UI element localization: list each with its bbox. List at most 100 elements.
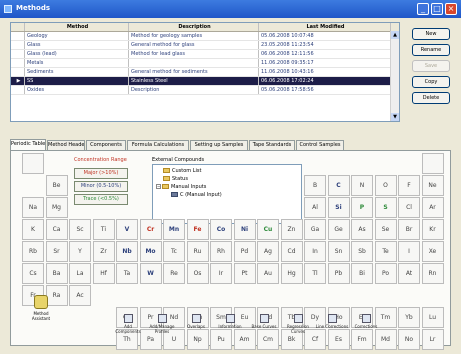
element-pt[interactable]: Pt — [233, 263, 256, 284]
element-ir[interactable]: Ir — [210, 263, 232, 284]
copy-button[interactable]: Copy — [412, 76, 450, 88]
correction-action-button[interactable]: Corrections — [349, 314, 383, 329]
element-os[interactable]: Os — [186, 263, 209, 284]
element-np[interactable]: Np — [186, 329, 209, 350]
element-lr[interactable]: Lr — [421, 329, 444, 350]
element-cs[interactable]: Cs — [22, 263, 44, 284]
table-row[interactable]: Sediments General method for sediments 11.… — [11, 68, 399, 77]
element-re[interactable]: Re — [163, 263, 185, 284]
element-blank[interactable] — [22, 153, 44, 174]
element-cm[interactable]: Cm — [257, 329, 279, 350]
table-row[interactable]: Glass (lead) Method for lead glass 06.06.2… — [11, 50, 399, 59]
element-ne[interactable]: Ne — [421, 175, 444, 196]
trace-range-button[interactable]: Trace (<0.5%) — [74, 194, 128, 205]
profile-action-button[interactable]: Add/Manage Profiles — [145, 314, 179, 334]
element-ba[interactable]: Ba — [45, 263, 68, 284]
tab-method-header[interactable]: Method Header — [47, 140, 85, 150]
element-s[interactable]: S — [374, 197, 397, 218]
major-range-button[interactable]: Major (>10%) — [74, 168, 128, 179]
table-row[interactable]: Oxides Description 05.06.2008 17:58:56 — [11, 86, 399, 95]
tree-node-status[interactable]: Status — [163, 176, 188, 182]
overlap-action-button[interactable]: Overlaps — [179, 314, 213, 329]
element-ga[interactable]: Ga — [304, 219, 326, 240]
element-es[interactable]: Es — [327, 329, 350, 350]
line-action-button[interactable]: Line Corrections — [315, 314, 349, 329]
element-blank[interactable] — [421, 153, 444, 174]
element-pu[interactable]: Pu — [210, 329, 232, 350]
flask-action-button[interactable]: Add Components — [111, 314, 145, 334]
external-compounds-tree[interactable]: Custom List Status − Manual Inputs C (Man… — [152, 164, 302, 224]
element-k[interactable]: K — [22, 219, 44, 240]
element-xe[interactable]: Xe — [421, 241, 444, 262]
element-w[interactable]: W — [139, 263, 162, 284]
tab-formula-calculations[interactable]: Formula Calculations — [127, 140, 189, 150]
new-button[interactable]: New — [412, 28, 450, 40]
column-method[interactable]: Method — [25, 23, 129, 31]
rename-button[interactable]: Rename — [412, 44, 450, 56]
column-description[interactable]: Description — [129, 23, 259, 31]
element-al[interactable]: Al — [304, 197, 326, 218]
element-po[interactable]: Po — [374, 263, 397, 284]
scroll-up-icon[interactable]: ▲ — [391, 31, 399, 39]
element-mo[interactable]: Mo — [139, 241, 162, 262]
delete-button[interactable]: Delete — [412, 92, 450, 104]
element-in[interactable]: In — [304, 241, 326, 262]
element-yb[interactable]: Yb — [398, 307, 420, 328]
element-ta[interactable]: Ta — [116, 263, 138, 284]
scroll-down-icon[interactable]: ▼ — [391, 113, 399, 121]
element-se[interactable]: Se — [374, 219, 397, 240]
table-row[interactable]: Glass General method for glass 23.05.2008 … — [11, 41, 399, 50]
element-sr[interactable]: Sr — [45, 241, 68, 262]
element-rh[interactable]: Rh — [210, 241, 232, 262]
element-n[interactable]: N — [351, 175, 373, 196]
tab-tape-standards[interactable]: Tape Standards — [249, 140, 295, 150]
element-tc[interactable]: Tc — [163, 241, 185, 262]
element-sc[interactable]: Sc — [69, 219, 91, 240]
element-i[interactable]: I — [398, 241, 420, 262]
element-te[interactable]: Te — [374, 241, 397, 262]
element-rb[interactable]: Rb — [22, 241, 44, 262]
element-cd[interactable]: Cd — [280, 241, 303, 262]
tab-control-samples[interactable]: Control Samples — [296, 140, 344, 150]
tree-node-manual-inputs[interactable]: − Manual Inputs — [156, 184, 206, 190]
regression-action-button[interactable]: Regression Curves — [281, 314, 315, 334]
tab-setting-up-samples[interactable]: Setting up Samples — [190, 140, 248, 150]
element-hg[interactable]: Hg — [280, 263, 303, 284]
element-f[interactable]: F — [398, 175, 420, 196]
minor-range-button[interactable]: Minor (0.5-10%) — [74, 181, 128, 192]
element-cu[interactable]: Cu — [257, 219, 279, 240]
element-y[interactable]: Y — [69, 241, 91, 262]
column-indicator[interactable] — [11, 23, 25, 31]
element-kr[interactable]: Kr — [421, 219, 444, 240]
element-ar[interactable]: Ar — [421, 197, 444, 218]
element-bi[interactable]: Bi — [351, 263, 373, 284]
column-last-modified[interactable]: Last Modified — [259, 23, 391, 31]
element-cl[interactable]: Cl — [398, 197, 420, 218]
curve-action-button[interactable]: Base Curves — [247, 314, 281, 329]
info-action-button[interactable]: Information — [213, 314, 247, 329]
element-ge[interactable]: Ge — [327, 219, 350, 240]
element-zn[interactable]: Zn — [280, 219, 303, 240]
element-rn[interactable]: Rn — [421, 263, 444, 284]
grid-scrollbar[interactable]: ▲ ▼ — [390, 31, 399, 121]
element-zr[interactable]: Zr — [92, 241, 115, 262]
save-button[interactable]: Save — [412, 60, 450, 72]
element-at[interactable]: At — [398, 263, 420, 284]
element-am[interactable]: Am — [233, 329, 256, 350]
element-no[interactable]: No — [398, 329, 420, 350]
element-hf[interactable]: Hf — [92, 263, 115, 284]
tree-node-custom-list[interactable]: Custom List — [163, 168, 202, 174]
element-la[interactable]: La — [69, 263, 91, 284]
element-p[interactable]: P — [351, 197, 373, 218]
element-fe[interactable]: Fe — [186, 219, 209, 240]
element-be[interactable]: Be — [45, 175, 68, 196]
element-na[interactable]: Na — [22, 197, 44, 218]
tab-components[interactable]: Components — [86, 140, 126, 150]
tab-periodic-table[interactable]: Periodic Table — [10, 139, 46, 150]
element-nb[interactable]: Nb — [116, 241, 138, 262]
table-row[interactable]: Geology Method for geology samples 05.06.2… — [11, 32, 399, 41]
element-md[interactable]: Md — [374, 329, 397, 350]
element-ag[interactable]: Ag — [257, 241, 279, 262]
table-row[interactable]: Metals 11.06.2008 09:35:17 — [11, 59, 399, 68]
element-si[interactable]: Si — [327, 197, 350, 218]
